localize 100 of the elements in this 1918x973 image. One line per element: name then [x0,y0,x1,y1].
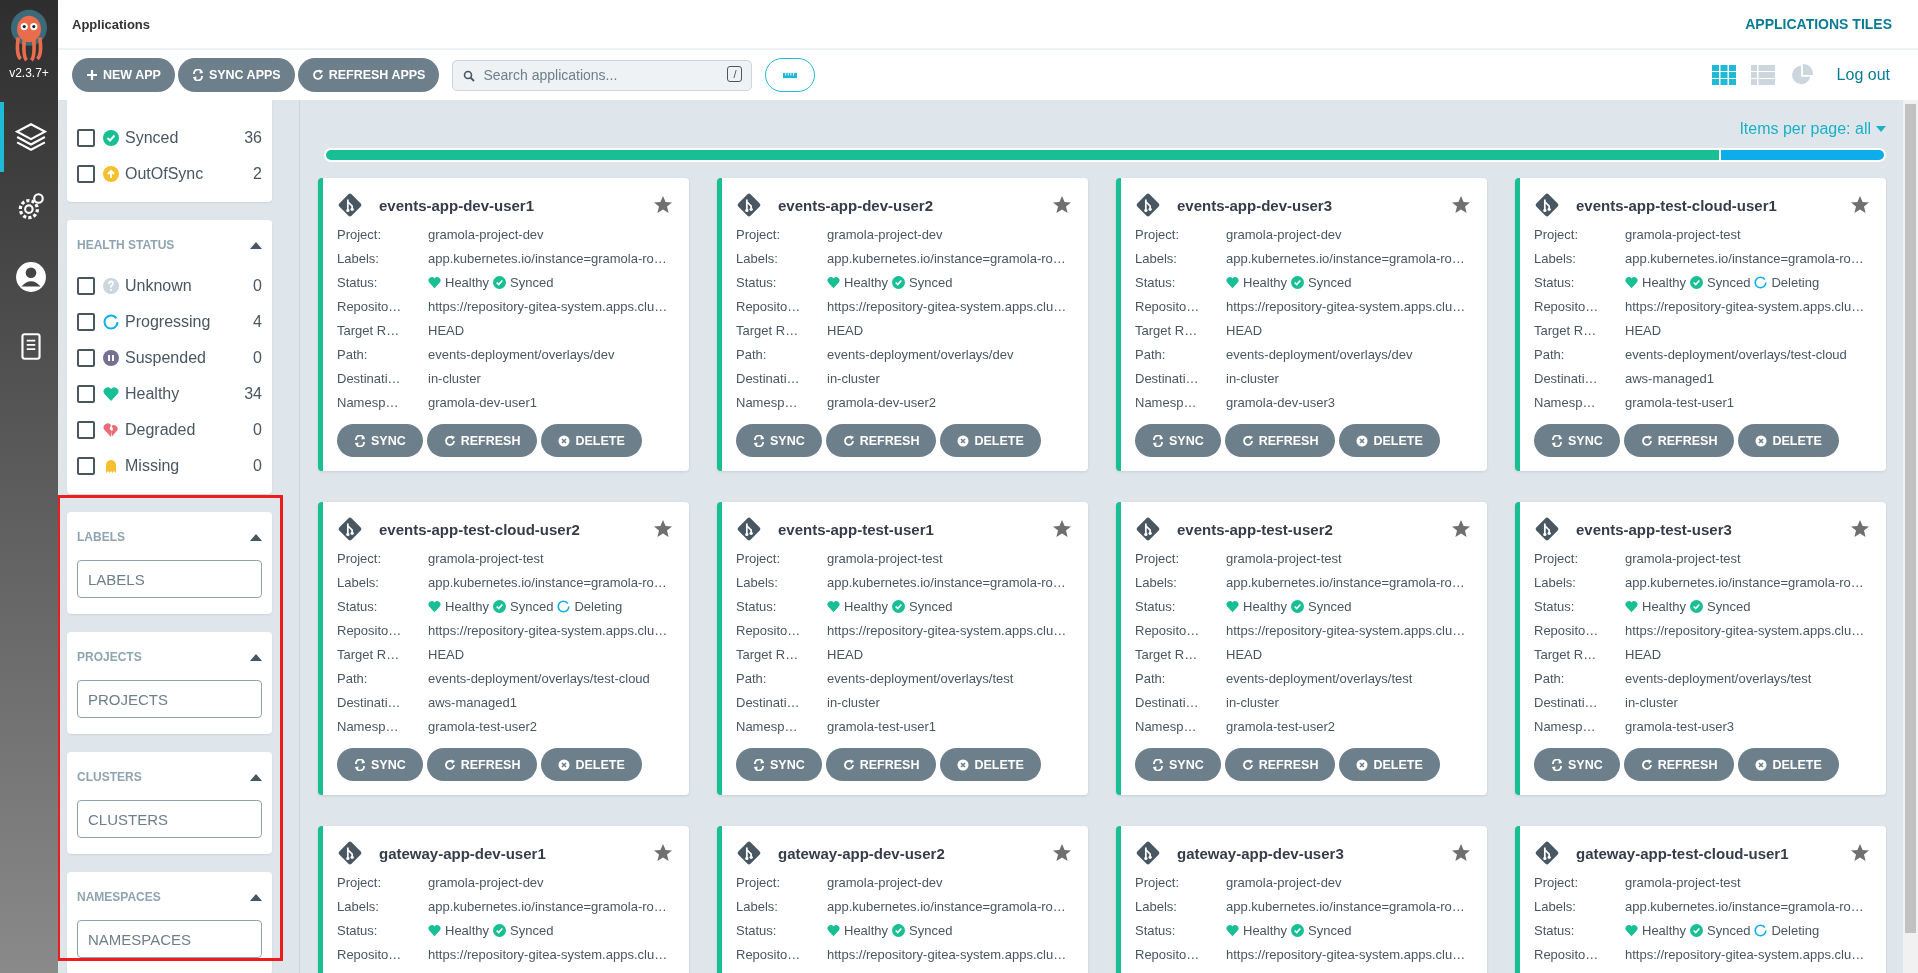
card-action-button[interactable]: SYNC [736,424,822,457]
card-action-button[interactable]: SYNC [337,424,423,457]
card-action-button[interactable]: REFRESH [1623,424,1735,457]
card-action-button[interactable]: DELETE [1738,424,1839,457]
filter-toggle-button[interactable] [765,58,816,92]
app-card[interactable] [1116,502,1487,795]
app-name[interactable]: events-app-dev-user2 [778,196,1036,214]
app-name[interactable]: gateway-app-test-cloud-user1 [1576,844,1834,862]
card-action-button[interactable]: SYNC [736,748,822,781]
app-name[interactable]: gateway-app-dev-user2 [778,844,1036,862]
app-name[interactable]: events-app-test-user2 [1177,520,1435,538]
field-label: Status: [337,922,379,938]
star-icon[interactable] [1850,519,1870,539]
checkbox[interactable] [77,129,95,147]
app-card[interactable]: gateway-app-dev-user2 Project: gramola-project-dev Labels: app.kubernetes.io/instance=gramola-ro… Status: Healthy Synced Reposito… https://repository-gitea-system.apps.clu… [717,826,1088,973]
app-card[interactable] [717,502,1088,795]
page-title: APPLICATIONS TILES [1745,16,1892,32]
app-card[interactable]: gateway-app-test-cloud-user1 Project: gramola-project-test Labels: app.kubernetes.io/instance=gramola-ro… Status: Healthy Synced Deleting Reposito… https://repository-gitea-system.apps.clu… [1515,826,1886,973]
app-card[interactable]: gateway-app-dev-user3 Project: gramola-project-dev Labels: app.kubernetes.io/instance=gramola-ro… Status: Healthy Synced Reposito… https://repository-gitea-system.apps.clu… [1116,826,1487,973]
field-label: Reposito… [736,298,802,314]
app-card[interactable] [1515,502,1886,795]
items-per-page-dropdown[interactable]: Items per page: all [318,120,1886,138]
field-label: Labels: [736,574,779,590]
field-value: https://repository-gitea-system.apps.clu… [827,298,1067,314]
card-action-button[interactable]: SYNC [1534,424,1620,457]
sync-icon [753,434,765,447]
app-card[interactable] [318,502,689,795]
checkbox[interactable] [77,457,95,475]
filter-label: Degraded [125,421,197,439]
filter-input[interactable]: CLUSTERS [77,800,262,838]
star-icon[interactable] [1052,195,1072,215]
sync-icon [753,758,765,771]
field-value: https://repository-gitea-system.apps.clu… [1625,946,1865,962]
field-label: Status: [1135,274,1177,290]
app-name[interactable]: events-app-test-cloud-user1 [1576,196,1834,214]
card-action-button[interactable]: DELETE [1339,424,1440,457]
app-name[interactable]: events-app-test-cloud-user2 [379,520,637,538]
card-action-button[interactable]: DELETE [940,748,1041,781]
app-name[interactable]: events-app-dev-user1 [379,196,637,214]
app-card[interactable] [717,178,1088,471]
star-icon[interactable] [653,195,673,215]
checkbox[interactable] [77,349,95,367]
card-action-button[interactable]: SYNC [1135,748,1221,781]
card-action-button[interactable]: REFRESH [1623,748,1735,781]
scrollbar[interactable] [1903,100,1918,973]
caret-icon[interactable] [250,653,262,661]
checkbox[interactable] [77,277,95,295]
caret-icon[interactable] [250,241,262,249]
app-name[interactable]: gateway-app-dev-user1 [379,844,637,862]
field-label: Destinati… [736,694,801,710]
card-action-button[interactable]: SYNC [1534,748,1620,781]
filter-input[interactable]: NAMESPACES [77,920,262,958]
card-action-button[interactable]: REFRESH [1224,424,1336,457]
app-name[interactable]: events-app-dev-user3 [1177,196,1435,214]
star-icon[interactable] [1451,519,1471,539]
star-icon[interactable] [653,843,673,863]
x-circle-icon [957,758,970,771]
star-icon[interactable] [1850,843,1870,863]
app-name[interactable]: events-app-test-user3 [1576,520,1834,538]
star-icon[interactable] [653,519,673,539]
caret-icon[interactable] [250,533,262,541]
checkbox[interactable] [77,385,95,403]
tiles-view-icon[interactable] [1711,64,1736,86]
star-icon[interactable] [1052,519,1072,539]
card-action-button[interactable]: DELETE [1738,748,1839,781]
filter-title: CLUSTERS [77,770,142,784]
app-name[interactable]: gateway-app-dev-user3 [1177,844,1435,862]
card-action-button[interactable]: REFRESH [1224,748,1336,781]
toolbar-button[interactable]: SYNC APPS [177,58,295,92]
logout-link[interactable]: Log out [1836,66,1890,84]
star-icon[interactable] [1451,843,1471,863]
card-action-button[interactable]: REFRESH [426,748,538,781]
star-icon[interactable] [1451,195,1471,215]
app-card[interactable] [318,178,689,471]
filter-input[interactable]: LABELS [77,560,262,598]
card-action-button[interactable]: DELETE [541,424,642,457]
star-icon[interactable] [1052,843,1072,863]
card-action-button[interactable]: DELETE [940,424,1041,457]
card-action-button[interactable]: SYNC [1135,424,1221,457]
app-card[interactable]: gateway-app-dev-user1 Project: gramola-project-dev Labels: app.kubernetes.io/instance=gramola-ro… Status: Healthy Synced Reposito… https://repository-gitea-system.apps.clu… [318,826,689,973]
checkbox[interactable] [77,165,95,183]
card-action-button[interactable]: DELETE [541,748,642,781]
card-action-button[interactable]: REFRESH [825,748,937,781]
checkbox[interactable] [77,313,95,331]
card-action-button[interactable]: REFRESH [426,424,538,457]
app-card[interactable] [1116,178,1487,471]
star-icon[interactable] [1850,195,1870,215]
field-label: Reposito… [337,298,403,314]
toolbar-button[interactable]: NEW APP [72,58,175,92]
card-action-button[interactable]: DELETE [1339,748,1440,781]
toolbar-button[interactable]: REFRESH APPS [297,58,440,92]
caret-icon[interactable] [250,773,262,781]
check-circle-icon [1291,923,1305,937]
app-card[interactable] [1515,178,1886,471]
caret-icon[interactable] [250,893,262,901]
app-name[interactable]: events-app-test-user1 [778,520,1036,538]
checkbox[interactable] [77,421,95,439]
filter-input[interactable]: PROJECTS [77,680,262,718]
card-action-button[interactable]: SYNC [337,748,423,781]
card-action-button[interactable]: REFRESH [825,424,937,457]
